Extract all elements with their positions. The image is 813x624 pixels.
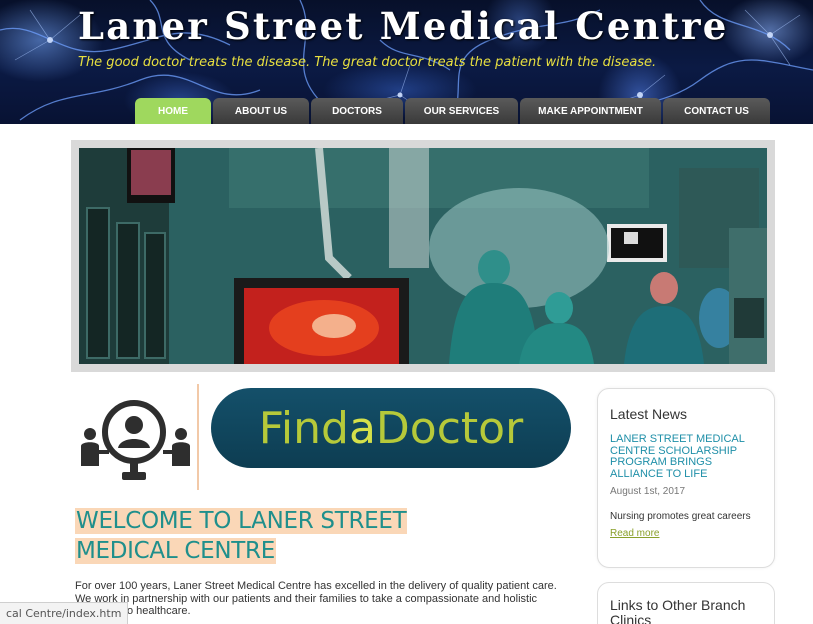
nav-item-make-appointment[interactable]: MAKE APPOINTMENT <box>520 98 661 124</box>
welcome-intro-text: For over 100 years, Laner Street Medical… <box>75 580 557 617</box>
doctor-network-box <box>75 384 199 490</box>
latest-news-box: Latest News LANER STREET MEDICAL CENTRE … <box>597 388 775 568</box>
nav-item-about-us[interactable]: ABOUT US <box>213 98 309 124</box>
nav-item-contact-us[interactable]: CONTACT US <box>663 98 770 124</box>
browser-status-bar: cal Centre/index.htm <box>0 602 129 624</box>
read-more-link[interactable]: Read more <box>610 528 659 539</box>
news-headline-link[interactable]: LANER STREET MEDICAL CENTRE SCHOLARSHIP … <box>610 433 760 480</box>
nav-item-doctors[interactable]: DOCTORS <box>311 98 403 124</box>
site-header: Laner Street Medical Centre The good doc… <box>0 0 813 124</box>
branch-clinics-box: Links to Other Branch Clinics <box>597 582 775 624</box>
nav-item-home[interactable]: HOME <box>135 98 211 124</box>
main-nav: HOME ABOUT US DOCTORS OUR SERVICES MAKE … <box>135 98 772 124</box>
find-a-doctor-button[interactable]: FindaDoctor <box>211 388 571 468</box>
branch-clinics-title: Links to Other Branch Clinics <box>610 597 746 624</box>
news-snippet: Nursing promotes great careers <box>610 511 751 522</box>
site-title[interactable]: Laner Street Medical Centre <box>78 4 728 48</box>
news-date: August 1st, 2017 <box>610 486 686 497</box>
operating-room-photo <box>79 148 767 364</box>
latest-news-title: Latest News <box>610 406 688 422</box>
doctor-network-icon <box>81 400 190 480</box>
welcome-heading: WELCOME TO LANER STREET MEDICAL CENTRE <box>75 508 408 564</box>
operating-room-illustration <box>79 148 767 364</box>
hero-banner <box>71 140 775 372</box>
tagline: The good doctor treats the disease. The … <box>78 55 657 70</box>
nav-item-our-services[interactable]: OUR SERVICES <box>405 98 518 124</box>
find-a-doctor-label: FindaDoctor <box>258 402 524 454</box>
